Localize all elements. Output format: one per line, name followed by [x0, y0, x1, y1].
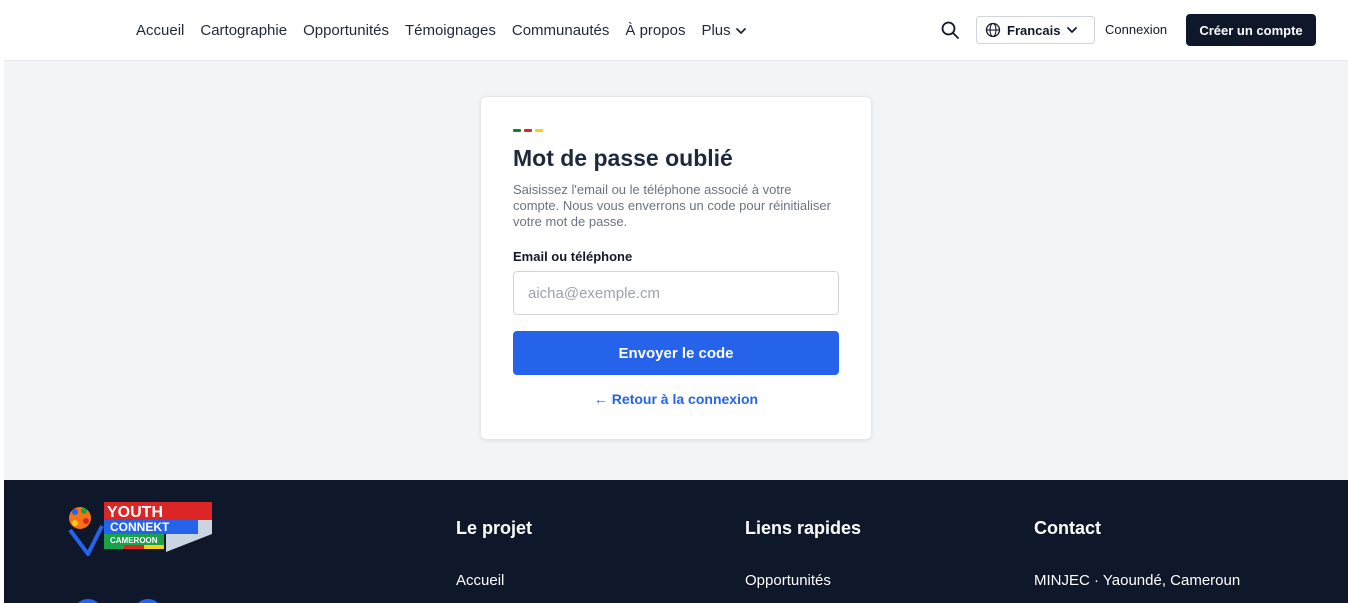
page-title: Mot de passe oublié — [513, 145, 733, 171]
signup-button[interactable]: Créer un compte — [1186, 14, 1316, 46]
flag-red — [524, 129, 532, 132]
logo-line2: CONNEKT — [110, 520, 170, 534]
search-icon — [941, 21, 959, 39]
top-navbar: Accueil Cartographie Opportunités Témoig… — [0, 0, 1348, 61]
nav-more-label: Plus — [701, 22, 731, 39]
nav-opportunites[interactable]: Opportunités — [303, 22, 389, 39]
flag-yellow — [535, 129, 543, 132]
footer-heading-liens: Liens rapides — [745, 518, 862, 538]
nav-a-propos[interactable]: À propos — [625, 22, 685, 39]
chevron-down-icon — [1067, 27, 1078, 33]
logo-line1: YOUTH — [107, 504, 163, 521]
chevron-down-icon — [735, 27, 746, 34]
nav-accueil[interactable]: Accueil — [136, 22, 184, 39]
language-label: Francais — [1007, 22, 1061, 38]
nav-more-dropdown[interactable]: Plus — [701, 22, 746, 39]
footer-contact-address: MINJEC · Yaoundé, Cameroun — [1034, 572, 1241, 589]
footer-col-liens: Liens rapides Opportunités — [745, 518, 862, 589]
footer-heading-contact: Contact — [1034, 518, 1101, 538]
page-description: Saisissez l'email ou le téléphone associ… — [513, 182, 831, 229]
back-to-login-link[interactable]: ← Retour à la connexion — [513, 391, 839, 407]
email-phone-input[interactable] — [513, 271, 839, 315]
social-icon-1[interactable] — [73, 599, 103, 603]
language-selector[interactable]: Francais — [976, 16, 1095, 44]
main-nav: Accueil Cartographie Opportunités Témoig… — [136, 0, 747, 61]
site-footer: YOUTH CONNEKT CAMEROON Le projet Accueil… — [0, 480, 1348, 603]
flag-green — [513, 129, 521, 132]
footer-heading-projet: Le projet — [456, 518, 533, 538]
nav-temoignages[interactable]: Témoignages — [405, 22, 496, 39]
nav-communautes[interactable]: Communautés — [512, 22, 610, 39]
logo-line3: CAMEROON — [110, 536, 158, 545]
flag-stripe — [513, 129, 546, 132]
footer-col-projet: Le projet Accueil — [456, 518, 533, 589]
footer-col-contact: Contact MINJEC · Yaoundé, Cameroun — [1034, 518, 1240, 589]
email-phone-label: Email ou téléphone — [513, 249, 633, 264]
footer-link-accueil[interactable]: Accueil — [456, 572, 504, 589]
login-link[interactable]: Connexion — [1105, 22, 1167, 37]
left-edge — [0, 0, 4, 603]
social-icon-2[interactable] — [133, 599, 163, 603]
send-code-button[interactable]: Envoyer le code — [513, 331, 839, 375]
nav-cartographie[interactable]: Cartographie — [200, 22, 287, 39]
footer-link-opportunites[interactable]: Opportunités — [745, 572, 831, 589]
globe-icon — [985, 22, 1001, 38]
forgot-password-card: Mot de passe oublié Saisissez l'email ou… — [480, 96, 872, 440]
search-button[interactable] — [940, 20, 960, 40]
youth-connekt-logo: YOUTH CONNEKT CAMEROON — [68, 502, 212, 556]
